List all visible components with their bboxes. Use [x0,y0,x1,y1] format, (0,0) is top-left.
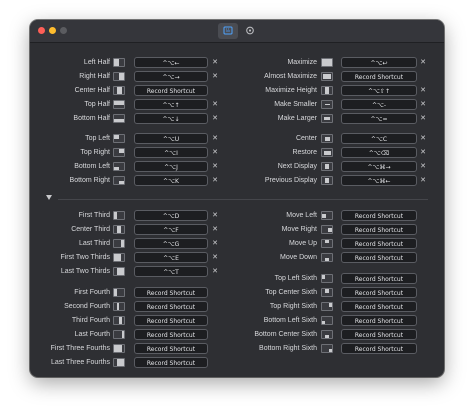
zoom-window-button[interactable] [60,27,67,34]
shortcut-label: Make Smaller [274,101,317,108]
shortcut-label: Bottom Left Sixth [263,317,317,324]
settings-tab[interactable] [240,23,260,39]
preferences-window: Left Half ^⌥← ✕ Right Half ^⌥→ ✕ Center Half Re… [30,20,444,377]
shortcut-row: Top Center Sixth Record Shortcut [30,287,444,299]
shortcut-row: Center ^⌥C ✕ [30,133,444,145]
shortcut-row: Almost Maximize Record Shortcut [30,71,444,83]
shortcut-recorder-field[interactable]: Record Shortcut [341,329,417,340]
shortcut-row: Move Down Record Shortcut [30,252,444,264]
shortcut-label: Top Left Sixth [274,275,317,282]
shortcut-row: Last Three Fourths Record Shortcut [30,357,444,369]
almost-maximize-icon [321,72,333,81]
make-smaller-icon [321,100,333,109]
clear-shortcut-icon[interactable]: ✕ [418,161,428,172]
move-down-icon [321,253,333,262]
shortcut-recorder-field[interactable]: Record Shortcut [341,252,417,263]
shortcut-row: Previous Display ^⌥⌘← ✕ [30,175,444,187]
shortcut-recorder-field[interactable]: ^⌥↩ [341,57,417,68]
center-icon [321,134,333,143]
shortcut-row: Top Left Sixth Record Shortcut [30,273,444,285]
shortcut-recorder-field[interactable]: ^⌥= [341,113,417,124]
clear-shortcut-icon[interactable]: ✕ [418,99,428,110]
shortcut-recorder-field[interactable]: Record Shortcut [341,273,417,284]
last-three-fourths-icon [113,358,125,367]
shortcut-recorder-field[interactable]: Record Shortcut [134,357,208,368]
shortcut-row: Restore ^⌥⌫ ✕ [30,147,444,159]
shortcut-recorder-field[interactable]: Record Shortcut [341,343,417,354]
shortcut-recorder-field[interactable]: Record Shortcut [341,315,417,326]
make-larger-icon [321,114,333,123]
shortcut-label: Bottom Center Sixth [254,331,317,338]
shortcut-label: Next Display [277,163,317,170]
shortcut-label: Almost Maximize [264,73,317,80]
clear-shortcut-icon[interactable]: ✕ [418,113,428,124]
shortcut-recorder-field[interactable]: ^⌥⇧↑ [341,85,417,96]
shortcut-label: Move Up [288,240,317,247]
shortcut-recorder-field[interactable]: ^⌥⌫ [341,147,417,158]
maximize-icon [321,58,333,67]
shortcut-row: Move Left Record Shortcut [30,210,444,222]
shortcut-label: Move Down [280,254,317,261]
restore-icon [321,148,333,157]
title-bar [30,20,444,43]
shortcut-label: Maximize [287,59,317,66]
shortcut-recorder-field[interactable]: ^⌥⌘← [341,175,417,186]
move-right-icon [321,225,333,234]
clear-shortcut-icon[interactable]: ✕ [418,175,428,186]
clear-shortcut-icon[interactable]: ✕ [418,133,428,144]
shortcut-row: Next Display ^⌥⌘→ ✕ [30,161,444,173]
shortcut-recorder-field[interactable]: ^⌥⌘→ [341,161,417,172]
top-right-sixth-icon [321,302,333,311]
shortcut-label: Maximize Height [265,87,317,94]
shortcut-recorder-field[interactable]: Record Shortcut [341,224,417,235]
move-up-icon [321,239,333,248]
shortcut-recorder-field[interactable]: Record Shortcut [341,287,417,298]
gear-icon [246,26,254,35]
top-left-sixth-icon [321,274,333,283]
shortcut-label: Move Right [281,226,317,233]
shortcut-recorder-field[interactable]: ^⌥- [341,99,417,110]
shortcut-row: Top Right Sixth Record Shortcut [30,301,444,313]
shortcut-label: Make Larger [277,115,317,122]
shortcut-row: Make Larger ^⌥= ✕ [30,113,444,125]
bottom-left-sixth-icon [321,316,333,325]
move-left-icon [321,211,333,220]
shortcut-row: Bottom Right Sixth Record Shortcut [30,343,444,355]
section-divider [58,199,428,200]
shortcut-label: Top Center Sixth [265,289,317,296]
shortcut-recorder-field[interactable]: ^⌥C [341,133,417,144]
bottom-center-sixth-icon [321,330,333,339]
shortcut-row: Move Right Record Shortcut [30,224,444,236]
shortcut-row: Bottom Left Sixth Record Shortcut [30,315,444,327]
shortcut-label: Previous Display [264,177,317,184]
shortcut-label: Bottom Right Sixth [259,345,317,352]
minimize-window-button[interactable] [49,27,56,34]
clear-shortcut-icon[interactable]: ✕ [418,57,428,68]
clear-shortcut-icon[interactable]: ✕ [418,147,428,158]
shortcut-recorder-field[interactable]: Record Shortcut [341,71,417,82]
shortcut-label: Top Right Sixth [269,303,317,310]
shortcut-row: Maximize Height ^⌥⇧↑ ✕ [30,85,444,97]
keyboard-icon [223,26,233,35]
maximize-height-icon [321,86,333,95]
shortcut-row: Move Up Record Shortcut [30,238,444,250]
shortcut-recorder-field[interactable]: Record Shortcut [341,301,417,312]
shortcut-label: Restore [292,149,317,156]
clear-shortcut-icon[interactable]: ✕ [418,85,428,96]
shortcut-row: Make Smaller ^⌥- ✕ [30,99,444,111]
close-window-button[interactable] [38,27,45,34]
shortcut-recorder-field[interactable]: Record Shortcut [341,210,417,221]
shortcut-label: Center [295,135,317,142]
bottom-right-sixth-icon [321,344,333,353]
keyboard-shortcuts-tab[interactable] [218,23,238,39]
next-display-icon [321,162,333,171]
shortcut-row: Bottom Center Sixth Record Shortcut [30,329,444,341]
previous-display-icon [321,176,333,185]
shortcut-label: Last Three Fourths [50,359,110,366]
shortcut-recorder-field[interactable]: Record Shortcut [341,238,417,249]
top-center-sixth-icon [321,288,333,297]
disclosure-triangle-icon[interactable] [46,195,52,200]
shortcut-row: Maximize ^⌥↩ ✕ [30,57,444,69]
shortcut-label: Move Left [286,212,317,219]
